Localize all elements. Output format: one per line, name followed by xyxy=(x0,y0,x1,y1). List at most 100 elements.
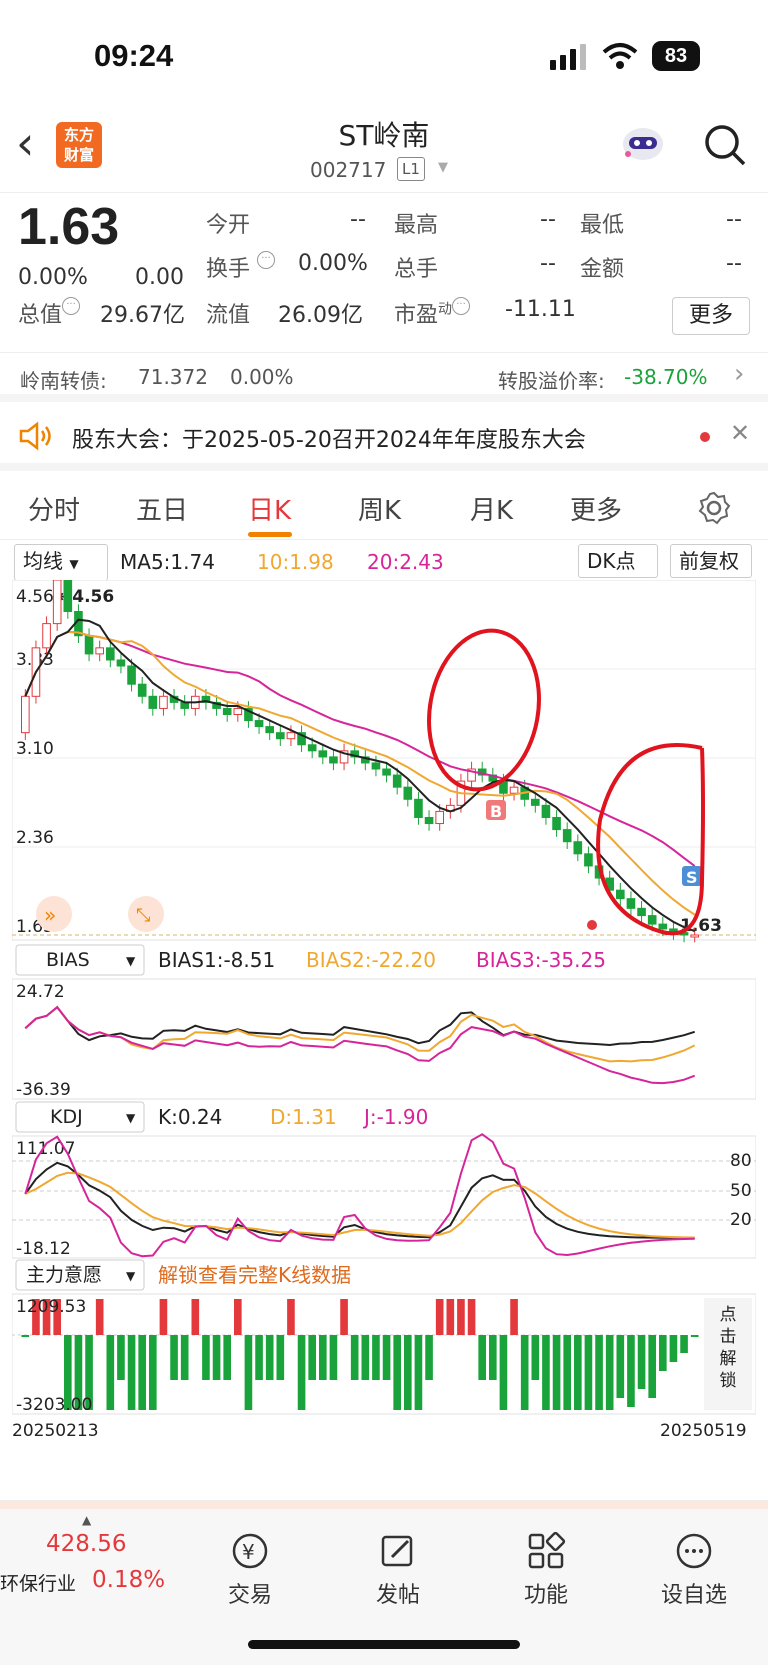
speaker-icon xyxy=(19,421,51,451)
candle-body xyxy=(233,707,243,715)
convertible-bond-row[interactable]: 岭南转债: 71.372 0.00% 转股溢价率: -38.70% › xyxy=(0,352,768,402)
candle-body xyxy=(42,623,51,649)
mainforce-bar xyxy=(276,1335,285,1380)
mainforce-bar xyxy=(690,1335,699,1337)
candle-body xyxy=(254,720,264,728)
mainforce-bar xyxy=(435,1299,444,1335)
candle-body xyxy=(541,804,551,818)
search-icon[interactable] xyxy=(702,122,748,168)
mainforce-bar xyxy=(489,1335,497,1380)
gear-icon[interactable] xyxy=(696,490,732,526)
tab-monthly[interactable]: 月K xyxy=(470,490,513,527)
index-pct: 0.18% xyxy=(92,1567,166,1593)
candle-body xyxy=(552,816,561,831)
info-icon[interactable]: ··· xyxy=(62,297,81,315)
mainforce-y-top: 1209.53 xyxy=(16,1297,86,1317)
end-date: 20250519 xyxy=(660,1421,747,1441)
index-name[interactable]: 环保行业 xyxy=(0,1569,76,1596)
signal-icon xyxy=(550,44,586,70)
mainforce-bar xyxy=(605,1335,614,1410)
info-icon[interactable]: ··· xyxy=(257,251,276,269)
more-button[interactable]: 更多 xyxy=(672,297,750,335)
clock: 09:24 xyxy=(94,38,174,73)
mainforce-bar xyxy=(149,1335,157,1410)
mainforce-bar xyxy=(127,1335,136,1410)
svg-text:主力意愿: 主力意愿 xyxy=(26,1264,102,1286)
tab-more[interactable]: 更多 xyxy=(570,490,622,527)
mainforce-bar xyxy=(180,1335,189,1380)
caret-up-icon: ▲ xyxy=(82,1513,92,1527)
candle-body xyxy=(127,665,136,685)
candle-body xyxy=(637,907,646,917)
nav-add-watchlist[interactable]: 设自选 xyxy=(634,1531,754,1609)
pe-value: -11.11 xyxy=(505,297,576,322)
k-value: K:0.24 xyxy=(158,1105,222,1129)
tab-weekly[interactable]: 周K xyxy=(358,490,401,527)
candle-body xyxy=(403,786,413,800)
volume-value: -- xyxy=(540,251,556,276)
tab-five-day[interactable]: 五日 xyxy=(136,490,188,527)
d-value: D:1.31 xyxy=(270,1105,337,1129)
nav-post[interactable]: 发帖 xyxy=(338,1531,458,1609)
notice-bar[interactable]: 股东大会：于2025-05-20召开2024年年度股东大会 ✕ xyxy=(0,405,768,471)
unlock-link[interactable]: 解锁查看完整K线数据 xyxy=(158,1263,351,1287)
unread-dot xyxy=(700,432,710,442)
home-indicator xyxy=(248,1640,520,1649)
mainforce-bar xyxy=(170,1335,178,1380)
mainforce-bar xyxy=(542,1335,550,1410)
ma-select[interactable]: 均线 ▼ xyxy=(14,544,108,581)
chevron-right-icon: › xyxy=(734,359,745,389)
mainforce-bar xyxy=(234,1299,242,1335)
candle-body xyxy=(573,841,583,855)
mainforce-bar xyxy=(446,1299,455,1335)
high-label: 最高 xyxy=(394,213,439,238)
candle-body xyxy=(531,798,540,806)
mainforce-bar xyxy=(319,1335,327,1380)
mainforce-bar xyxy=(659,1335,667,1371)
tab-intraday[interactable]: 分时 xyxy=(28,490,80,527)
candle-body xyxy=(414,798,423,818)
mainforce-bar xyxy=(478,1335,486,1380)
bias-y-bot: -36.39 xyxy=(16,1080,71,1100)
kdj-level-20: 20 xyxy=(730,1210,752,1230)
close-icon[interactable]: ✕ xyxy=(730,419,750,447)
mainforce-bar xyxy=(95,1299,104,1335)
ma5-value: MA5:1.74 xyxy=(120,550,215,574)
kline-chart-area[interactable]: 4.56 3.83 3.10 2.36 1.63 ←4.56 1.63 B S … xyxy=(12,580,756,1460)
kdj-level-50: 50 xyxy=(730,1181,752,1201)
last-price: 1.63 xyxy=(18,198,120,256)
indicator-toolbar: 均线 ▼ MA5:1.74 10:1.98 20:2.43 DK点 前复权 xyxy=(0,542,768,582)
chevron-down-icon[interactable]: ▼ xyxy=(438,160,448,175)
amount-label: 金额 xyxy=(580,257,625,282)
candle-body xyxy=(286,732,296,740)
mainforce-bar xyxy=(106,1335,115,1410)
adjust-button[interactable]: 前复权 xyxy=(670,544,752,578)
candle-body xyxy=(116,659,126,667)
mcap-value: 29.67亿 xyxy=(100,303,185,328)
mainforce-bar xyxy=(627,1335,635,1407)
svg-text:¥: ¥ xyxy=(242,1540,255,1564)
info-icon[interactable]: ··· xyxy=(452,297,471,315)
candle-body xyxy=(307,744,317,752)
mainforce-bar xyxy=(191,1299,200,1335)
tab-daily[interactable]: 日K xyxy=(248,490,291,527)
open-value: -- xyxy=(350,207,366,232)
nav-functions[interactable]: 功能 xyxy=(486,1531,606,1609)
kline-y-mid3: 2.36 xyxy=(16,828,54,848)
svg-text:▼: ▼ xyxy=(126,954,136,968)
mainforce-bar xyxy=(595,1335,603,1410)
index-value[interactable]: 428.56 xyxy=(46,1531,126,1557)
dk-select[interactable]: DK点 xyxy=(578,544,658,578)
assistant-robot-icon[interactable] xyxy=(620,124,666,164)
nav-trade[interactable]: ¥ 交易 xyxy=(190,1531,310,1609)
level-badge[interactable]: L1 xyxy=(397,157,425,181)
mainforce-bar xyxy=(425,1335,433,1380)
candle-body xyxy=(222,707,232,715)
kdj-level-80: 80 xyxy=(730,1151,752,1171)
mainforce-bar xyxy=(404,1335,412,1410)
candle-body xyxy=(276,732,285,740)
mainforce-bar xyxy=(531,1335,540,1380)
arrows-icon: ⤡ xyxy=(136,905,150,926)
amount-value: -- xyxy=(726,251,742,276)
candle-body xyxy=(106,647,115,661)
